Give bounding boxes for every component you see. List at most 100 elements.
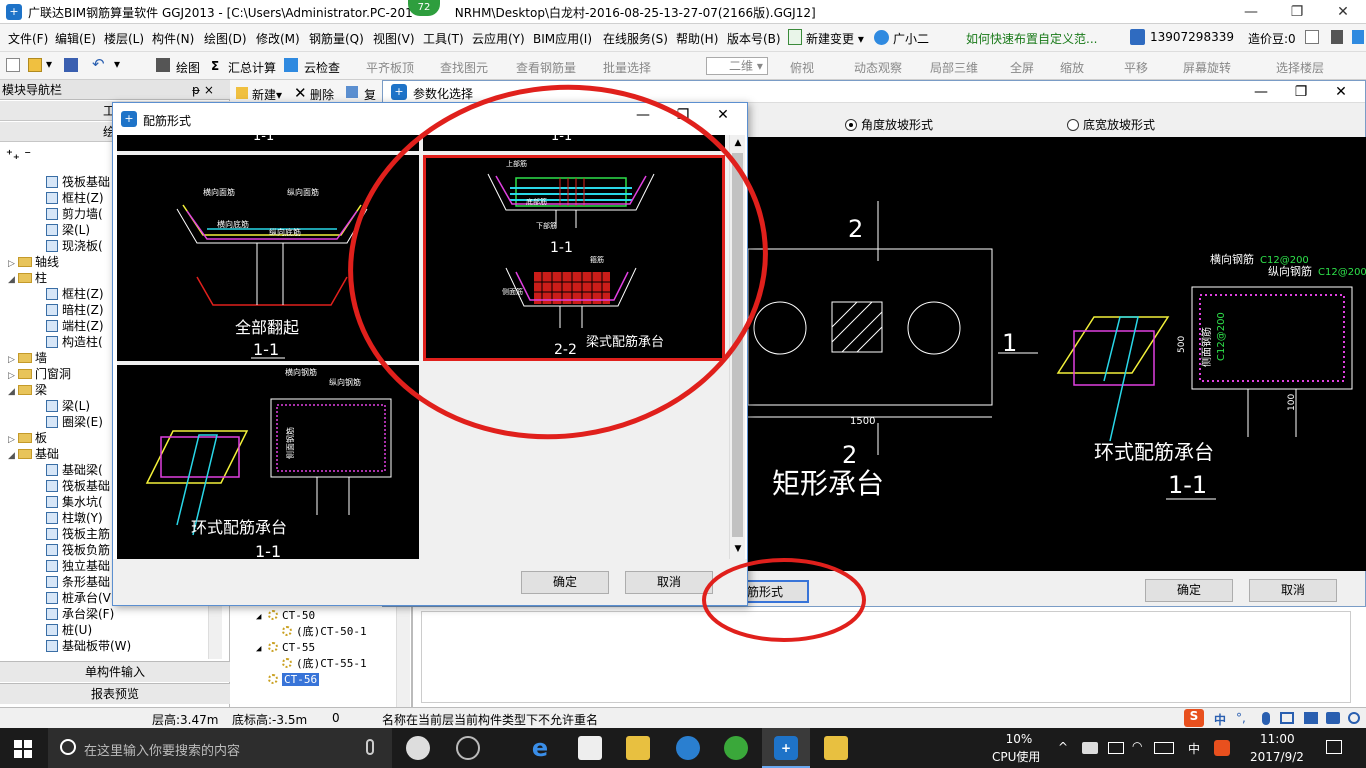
sogou-tray-icon[interactable]	[1214, 740, 1230, 756]
menu-file[interactable]: 文件(F)	[8, 30, 48, 47]
single-component-input-button[interactable]: 单构件输入	[0, 661, 230, 682]
draw-button[interactable]: 绘图	[176, 59, 200, 76]
pin-close-icon[interactable]: ᵽ ×	[192, 80, 214, 100]
component-instance-item[interactable]: (底)CT-50-1	[270, 624, 367, 640]
component-instance-item[interactable]: ◢ CT-50	[256, 608, 315, 624]
mail-icon[interactable]	[1305, 30, 1319, 44]
expand-arrow-icon[interactable]: ◢	[256, 609, 268, 625]
view-rebar-button[interactable]: 查看钢筋量	[516, 59, 576, 76]
tree-item[interactable]: 剪力墙(	[46, 206, 103, 222]
tree-item[interactable]: 暗柱(Z)	[46, 302, 104, 318]
rebar-list-scrollbar[interactable]: ▲ ▼	[729, 135, 745, 559]
menu-draw[interactable]: 绘图(D)	[204, 30, 247, 47]
edge-icon[interactable]: e	[528, 736, 552, 760]
local-3d-button[interactable]: 局部三维	[930, 59, 978, 76]
rebar-option-top-left[interactable]: 1-1	[117, 135, 419, 151]
zoom-button[interactable]: 缩放	[1060, 59, 1084, 76]
menu-online[interactable]: 在线服务(S)	[603, 30, 668, 47]
tree-item[interactable]: 基础梁(	[46, 462, 103, 478]
ime-settings-icon[interactable]	[1348, 712, 1360, 724]
report-preview-button[interactable]: 报表预览	[0, 683, 230, 704]
batch-select-button[interactable]: 批量选择	[603, 59, 651, 76]
minimize-button[interactable]: —	[1228, 0, 1274, 24]
param-ok-button[interactable]: 确定	[1145, 579, 1233, 602]
expand-all-icon[interactable]: ⁺₊ ⁻	[6, 148, 31, 163]
menu-rebar-qty[interactable]: 钢筋量(Q)	[309, 30, 364, 47]
keyboard-icon[interactable]	[1154, 742, 1174, 754]
rebar-ok-button[interactable]: 确定	[521, 571, 609, 594]
expand-arrow-icon[interactable]: ◢	[8, 448, 18, 464]
param-cancel-button[interactable]: 取消	[1249, 579, 1337, 602]
ggj-taskbar-item[interactable]: +	[762, 728, 810, 768]
tree-item[interactable]: 柱墩(Y)	[46, 510, 103, 526]
expand-arrow-icon[interactable]: ◢	[8, 272, 18, 288]
tree-item[interactable]: 独立基础	[46, 558, 110, 574]
scroll-down-icon[interactable]: ▼	[730, 541, 746, 557]
clock-time[interactable]: 11:00	[1260, 732, 1295, 746]
rebar-option-top-right[interactable]: 1-1	[423, 135, 725, 151]
component-instance-item[interactable]: ◢ CT-55	[256, 640, 315, 656]
expand-arrow-icon[interactable]: ◢	[8, 384, 18, 400]
wifi-icon[interactable]: ◠	[1132, 739, 1142, 753]
notification-badge[interactable]: 72	[408, 0, 440, 16]
tree-item[interactable]: 梁(L)	[46, 222, 90, 238]
tree-item[interactable]: 圈梁(E)	[46, 414, 103, 430]
tree-item[interactable]: 端柱(Z)	[46, 318, 104, 334]
new-file-icon[interactable]	[6, 58, 20, 72]
ime-keyboard-icon[interactable]	[1280, 712, 1294, 724]
tree-item[interactable]: 现浇板(	[46, 238, 103, 254]
ime-mic-icon[interactable]	[1262, 712, 1270, 725]
language-indicator[interactable]: 中	[1188, 740, 1200, 757]
tree-folder[interactable]: ▷ 门窗洞	[8, 366, 71, 382]
file-explorer-icon[interactable]	[626, 736, 650, 760]
pan-button[interactable]: 平移	[1124, 59, 1148, 76]
close-button[interactable]: ✕	[1320, 0, 1366, 24]
tree-folder[interactable]: ▷ 板	[8, 430, 47, 446]
tree-item[interactable]: 筏板基础	[46, 478, 110, 494]
tree-folder[interactable]: ▷ 轴线	[8, 254, 59, 270]
tree-item[interactable]: 承台梁(F)	[46, 606, 114, 622]
top-view-button[interactable]: 俯视	[790, 59, 814, 76]
param-minimize-button[interactable]: —	[1241, 81, 1281, 103]
select-floor-button[interactable]: 选择楼层	[1276, 59, 1324, 76]
sum-calc-button[interactable]: 汇总计算	[228, 59, 276, 76]
tray-chevron-icon[interactable]: ^	[1058, 740, 1068, 754]
tree-folder[interactable]: ◢ 梁	[8, 382, 47, 398]
ime-punctuation[interactable]: °,	[1236, 711, 1246, 725]
dynamic-view-button[interactable]: 动态观察	[854, 59, 902, 76]
tree-folder[interactable]: ◢ 基础	[8, 446, 59, 462]
radio-bottom-width-slope[interactable]: 底宽放坡形式	[1067, 116, 1155, 133]
tip-link[interactable]: 如何快速布置自定义范...	[966, 30, 1097, 47]
cloud-check-button[interactable]: 云检查	[304, 59, 340, 76]
tree-item[interactable]: 筏板基础	[46, 174, 110, 190]
menu-modify[interactable]: 修改(M)	[256, 30, 300, 47]
taskbar-search-box[interactable]: 在这里输入你要搜索的内容	[48, 728, 392, 768]
menu-edit[interactable]: 编辑(E)	[55, 30, 96, 47]
tree-item[interactable]: 筏板主筋	[46, 526, 110, 542]
store-icon[interactable]	[578, 736, 602, 760]
tree-item[interactable]: 框柱(Z)	[46, 286, 104, 302]
tree-item[interactable]: 集水坑(	[46, 494, 103, 510]
save-icon[interactable]	[64, 58, 78, 72]
tray-app-icon[interactable]	[1082, 742, 1098, 754]
menu-component[interactable]: 构件(N)	[152, 30, 194, 47]
menu-version[interactable]: 版本号(B)	[727, 30, 781, 47]
scroll-up-icon[interactable]: ▲	[730, 135, 746, 151]
rebar-option-full-fold[interactable]: 横向面筋 纵向面筋 横向底筋 纵向底筋 全部翻起 1-1	[117, 155, 419, 361]
menu-tools[interactable]: 工具(T)	[423, 30, 464, 47]
rebar-maximize-button[interactable]: ❐	[663, 107, 703, 123]
rebar-cancel-button[interactable]: 取消	[625, 571, 713, 594]
chat-icon[interactable]	[1352, 30, 1364, 44]
param-close-button[interactable]: ✕	[1321, 81, 1361, 103]
tree-item[interactable]: 基础板带(W)	[46, 638, 131, 654]
param-maximize-button[interactable]: ❐	[1281, 81, 1321, 103]
rebar-close-button[interactable]: ✕	[703, 107, 743, 123]
find-element-button[interactable]: 查找图元	[440, 59, 488, 76]
fullscreen-button[interactable]: 全屏	[1010, 59, 1034, 76]
component-instance-item[interactable]: (底)CT-55-1	[270, 656, 367, 672]
new-component-button[interactable]: 新建▾	[252, 86, 282, 103]
assistant-button[interactable]: 广小二	[893, 30, 929, 47]
rotate-button[interactable]: 屏幕旋转	[1183, 59, 1231, 76]
rebar-minimize-button[interactable]: —	[623, 107, 663, 123]
360-icon[interactable]	[724, 736, 748, 760]
